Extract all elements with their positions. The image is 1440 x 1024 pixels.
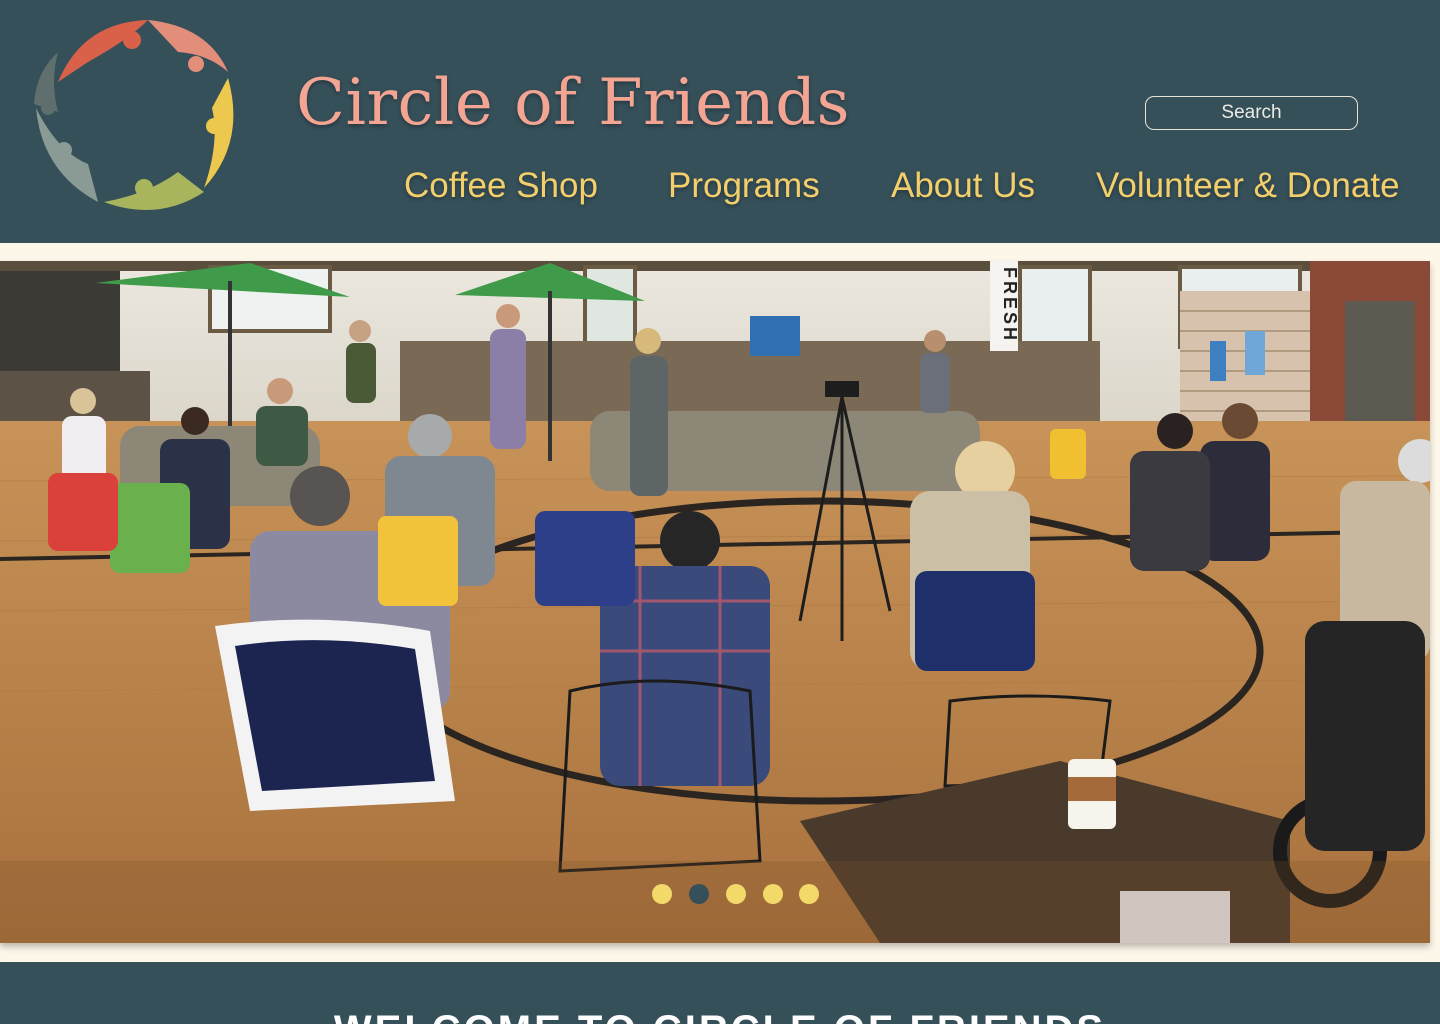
carousel-dot-3[interactable] xyxy=(726,884,746,904)
carousel-dot-1[interactable] xyxy=(652,884,672,904)
carousel-dot-5[interactable] xyxy=(799,884,819,904)
community-room-photo: FRESH xyxy=(0,261,1430,943)
nav-item-about-us[interactable]: About Us xyxy=(891,166,1035,206)
welcome-section: WELCOME TO CIRCLE OF FRIENDS xyxy=(0,962,1440,1024)
carousel-dot-2[interactable] xyxy=(689,884,709,904)
nav-item-volunteer-donate[interactable]: Volunteer & Donate xyxy=(1096,166,1400,206)
site-title[interactable]: Circle of Friends xyxy=(296,66,850,140)
fresh-wall-sign: FRESH xyxy=(1000,267,1020,343)
search-input[interactable]: Search xyxy=(1145,96,1358,130)
carousel-dot-4[interactable] xyxy=(763,884,783,904)
search-placeholder: Search xyxy=(1221,102,1282,123)
site-header: Circle of Friends Search Coffee Shop Pro… xyxy=(0,0,1440,243)
nav-item-coffee-shop[interactable]: Coffee Shop xyxy=(404,166,598,206)
nav-item-programs[interactable]: Programs xyxy=(668,166,820,206)
welcome-title: WELCOME TO CIRCLE OF FRIENDS xyxy=(0,1008,1440,1024)
main-nav: Coffee Shop Programs About Us Volunteer … xyxy=(0,166,1440,210)
hero-carousel: FRESH xyxy=(0,261,1430,943)
